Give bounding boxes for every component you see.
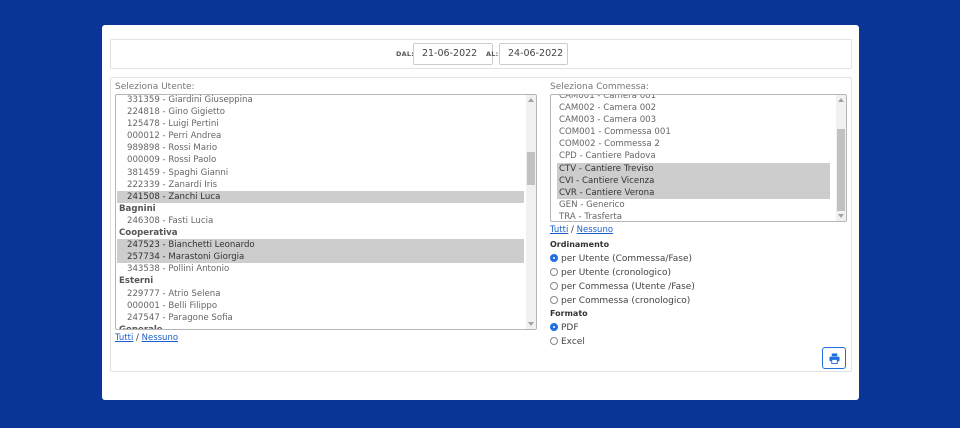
user-group-label: Esterni	[119, 276, 154, 287]
date-range-bar: DAL: 21-06-2022 AL: 24-06-2022	[110, 39, 852, 69]
order-select-none-link[interactable]: Nessuno	[577, 225, 613, 235]
ordering-option[interactable]: per Commessa (Utente /Fase)	[550, 281, 695, 293]
radio-icon[interactable]	[550, 254, 558, 262]
user-option[interactable]: 247523 - Bianchetti Leonardo	[117, 239, 524, 252]
link-separator: /	[136, 333, 139, 343]
order-listbox[interactable]: CAM001 - Camera 001 CAM002 - Camera 002 CA…	[550, 94, 847, 222]
user-option[interactable]: 000012 - Perri Andrea	[117, 130, 524, 142]
user-option[interactable]: 343538 - Pollini Antonio	[117, 263, 524, 275]
user-option[interactable]: 257734 - Marastoni Giorgia	[117, 251, 524, 264]
from-date-label: DAL:	[396, 50, 414, 58]
user-option[interactable]: 224818 - Gino Gigietto	[117, 106, 524, 118]
from-date-input[interactable]: 21-06-2022	[413, 43, 493, 65]
scroll-up-icon[interactable]	[838, 98, 844, 102]
scroll-up-icon[interactable]	[528, 98, 534, 102]
order-listbox-scrollbar[interactable]	[836, 95, 846, 221]
user-select-none-link[interactable]: Nessuno	[142, 333, 178, 343]
order-select-title: Seleziona Commessa:	[550, 82, 649, 92]
radio-icon[interactable]	[550, 268, 558, 276]
selection-panel: Seleziona Utente: 331359 - Giardini Gius…	[110, 77, 852, 372]
radio-icon[interactable]	[550, 323, 558, 331]
order-select-all-link[interactable]: Tutti	[550, 225, 568, 235]
user-option[interactable]: 222339 - Zanardi Iris	[117, 179, 524, 191]
printer-icon	[829, 353, 840, 364]
order-option[interactable]: CAM002 - Camera 002	[557, 102, 830, 114]
order-option[interactable]: CAM001 - Camera 001	[557, 95, 830, 102]
user-option[interactable]: 241508 - Zanchi Luca	[117, 190, 524, 203]
order-options: CAM001 - Camera 001 CAM002 - Camera 002 CA…	[557, 95, 830, 221]
user-option[interactable]: 247547 - Paragone Sofia	[117, 312, 524, 324]
user-select-all-link[interactable]: Tutti	[115, 333, 133, 343]
ordering-title: Ordinamento	[550, 240, 610, 249]
user-option[interactable]: 000009 - Rossi Paolo	[117, 154, 524, 166]
user-option[interactable]: 989898 - Rossi Mario	[117, 142, 524, 154]
order-option[interactable]: GEN - Generico	[557, 199, 830, 211]
link-separator: /	[571, 225, 574, 235]
user-select-title: Seleziona Utente:	[115, 82, 195, 92]
user-group-label: Bagnini	[119, 203, 156, 214]
scroll-down-icon[interactable]	[838, 214, 844, 218]
user-options: 331359 - Giardini Giuseppina 224818 - Gin…	[117, 95, 524, 330]
format-option[interactable]: Excel	[550, 336, 585, 348]
order-option[interactable]: CVI - Cantiere Vicenza	[557, 174, 830, 187]
ordering-option[interactable]: per Commessa (cronologico)	[550, 295, 690, 307]
to-date-label: AL:	[486, 50, 499, 58]
order-option[interactable]: CVR - Cantiere Verona	[557, 186, 830, 199]
scroll-down-icon[interactable]	[528, 322, 534, 326]
to-date-input[interactable]: 24-06-2022	[499, 43, 568, 65]
user-option[interactable]: 381459 - Spaghi Gianni	[117, 167, 524, 179]
user-option[interactable]: 229777 - Atrio Selena	[117, 288, 524, 300]
ordering-option[interactable]: per Utente (cronologico)	[550, 267, 671, 279]
order-select-links: Tutti / Nessuno	[550, 225, 613, 235]
ordering-option[interactable]: per Utente (Commessa/Fase)	[550, 253, 692, 265]
format-option[interactable]: PDF	[550, 322, 579, 334]
radio-icon[interactable]	[550, 337, 558, 345]
radio-icon[interactable]	[550, 282, 558, 290]
radio-icon[interactable]	[550, 296, 558, 304]
user-listbox[interactable]: 331359 - Giardini Giuseppina 224818 - Gin…	[115, 94, 537, 330]
report-card: DAL: 21-06-2022 AL: 24-06-2022 Seleziona…	[102, 25, 859, 400]
scroll-thumb[interactable]	[837, 129, 845, 211]
user-option[interactable]: 331359 - Giardini Giuseppina	[117, 95, 524, 106]
order-option[interactable]: CPD - Cantiere Padova	[557, 150, 830, 162]
user-option[interactable]: 246308 - Fasti Lucia	[117, 215, 524, 227]
user-group-label: Generale	[119, 324, 163, 330]
user-option[interactable]: 000001 - Belli Filippo	[117, 300, 524, 312]
user-select-links: Tutti / Nessuno	[115, 333, 178, 343]
order-option[interactable]: COM002 - Commessa 2	[557, 138, 830, 150]
order-option[interactable]: COM001 - Commessa 001	[557, 126, 830, 138]
scroll-thumb[interactable]	[527, 152, 535, 185]
user-listbox-scrollbar[interactable]	[526, 95, 536, 329]
user-option[interactable]: 125478 - Luigi Pertini	[117, 118, 524, 130]
order-option[interactable]: TRA - Trasferta	[557, 211, 830, 221]
user-group-label: Cooperativa	[119, 228, 178, 239]
print-button[interactable]	[822, 347, 846, 369]
order-option[interactable]: CAM003 - Camera 003	[557, 114, 830, 126]
order-option[interactable]: CTV - Cantiere Treviso	[557, 162, 830, 175]
format-title: Formato	[550, 309, 588, 318]
